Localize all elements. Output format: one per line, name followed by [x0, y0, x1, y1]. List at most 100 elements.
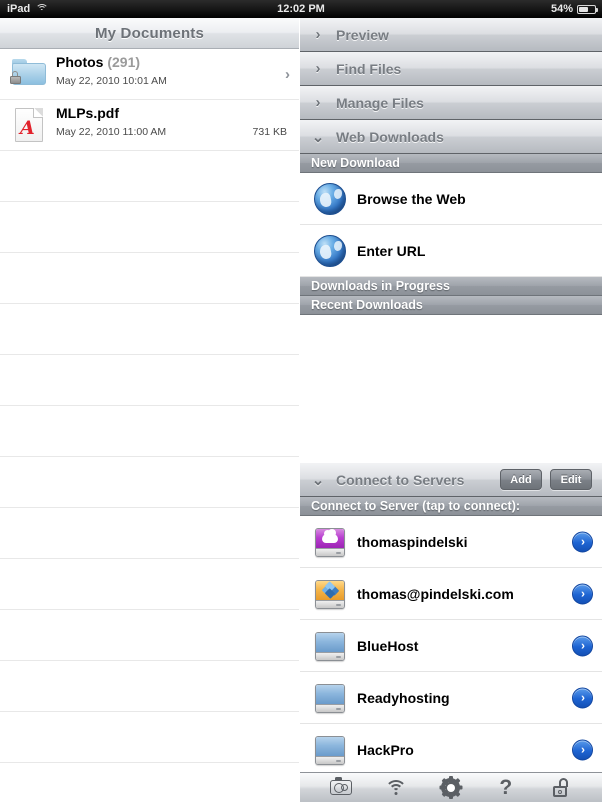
list-item-empty: [0, 355, 299, 406]
file-name: Photos (291): [56, 54, 140, 70]
file-name: MLPs.pdf: [56, 105, 119, 121]
file-count: (291): [107, 54, 141, 70]
chevron-right-icon: ›: [581, 586, 585, 601]
disclosure-button[interactable]: ›: [572, 635, 593, 656]
list-item-empty: [0, 202, 299, 253]
section-header-downloads-in-progress: Downloads in Progress: [300, 277, 602, 296]
panes-container: My Documents Photos (291) May 22, 2010 1…: [0, 18, 602, 802]
accordion-preview[interactable]: › Preview: [300, 18, 602, 52]
unlock-icon: [553, 778, 569, 797]
server-name: HackPro: [357, 741, 414, 758]
gear-icon: [439, 776, 463, 799]
chevron-right-icon: ›: [581, 638, 585, 653]
menu-item-enter-url[interactable]: Enter URL: [300, 225, 602, 277]
status-bar: iPad 12:02 PM 54%: [0, 0, 602, 18]
chevron-right-icon: ›: [581, 690, 585, 705]
list-item-empty: [0, 559, 299, 610]
folder-icon: [9, 53, 50, 95]
disclosure-button[interactable]: ›: [572, 583, 593, 604]
list-item-empty: [0, 253, 299, 304]
chevron-right-icon: ›: [581, 534, 585, 549]
accordion-web-downloads[interactable]: ⌄ Web Downloads: [300, 120, 602, 154]
file-size: 731 KB: [252, 126, 287, 138]
add-server-button[interactable]: Add: [500, 469, 542, 490]
page-title: My Documents: [94, 24, 205, 42]
drive-icon-blue: [311, 627, 349, 665]
chevron-down-icon: ⌄: [311, 128, 325, 146]
globe-icon: [311, 180, 349, 218]
drive-icon-blue: [311, 679, 349, 717]
accordion-find-files[interactable]: › Find Files: [300, 52, 602, 86]
file-name-text: Photos: [56, 54, 104, 70]
settings-button[interactable]: [434, 776, 468, 800]
disclosure-button[interactable]: ›: [572, 531, 593, 552]
server-row-hackpro[interactable]: HackPro ›: [300, 724, 602, 776]
battery-percent: 54%: [550, 3, 573, 15]
section-header-recent-downloads: Recent Downloads: [300, 296, 602, 315]
status-bar-right: 54%: [550, 3, 598, 15]
list-item-empty: [0, 151, 299, 202]
file-list: Photos (291) May 22, 2010 10:01 AM › A M: [0, 49, 299, 802]
menu-item-label: Browse the Web: [357, 190, 466, 207]
tools-pane: › Preview › Find Files › Manage Files ⌄ …: [300, 18, 602, 802]
list-item-empty: [0, 457, 299, 508]
file-date: May 22, 2010 11:00 AM: [56, 126, 167, 138]
pdf-icon: A: [10, 104, 50, 146]
documents-pane: My Documents Photos (291) May 22, 2010 1…: [0, 18, 299, 802]
menu-item-browse-the-web[interactable]: Browse the Web: [300, 173, 602, 225]
accordion-web-downloads-label: Web Downloads: [336, 128, 444, 145]
file-name-text: MLPs.pdf: [56, 105, 119, 121]
edit-servers-button[interactable]: Edit: [550, 469, 592, 490]
drive-icon-orange: [311, 575, 349, 613]
camera-icon: [330, 776, 353, 795]
accordion-connect-to-servers[interactable]: ⌄ Connect to Servers Add Edit: [300, 463, 602, 497]
camera-button[interactable]: [324, 776, 358, 800]
file-row-photos[interactable]: Photos (291) May 22, 2010 10:01 AM ›: [0, 49, 299, 100]
chevron-right-icon: ›: [315, 60, 321, 77]
chevron-right-icon: ›: [315, 26, 321, 43]
list-item-empty: [0, 763, 299, 802]
file-text: Photos (291) May 22, 2010 10:01 AM: [56, 53, 299, 95]
accordion-manage-files[interactable]: › Manage Files: [300, 86, 602, 120]
server-row-readyhosting[interactable]: Readyhosting ›: [300, 672, 602, 724]
server-row-bluehost[interactable]: BlueHost ›: [300, 620, 602, 672]
accordion-find-files-label: Find Files: [336, 60, 402, 77]
disclosure-button[interactable]: ›: [572, 687, 593, 708]
server-actions: Add Edit: [500, 469, 602, 490]
help-icon: ?: [499, 776, 513, 799]
file-date: May 22, 2010 10:01 AM: [56, 75, 167, 87]
chevron-down-icon: ⌄: [311, 471, 325, 489]
chevron-right-icon[interactable]: ›: [285, 66, 290, 83]
bottom-toolbar: ?: [300, 772, 602, 802]
battery-icon: [577, 4, 598, 14]
server-name: thomas@pindelski.com: [357, 585, 514, 602]
disclosure-button[interactable]: ›: [572, 739, 593, 760]
accordion-preview-label: Preview: [336, 26, 389, 43]
list-item-empty: [0, 712, 299, 763]
chevron-right-icon: ›: [315, 94, 321, 111]
list-item-empty: [0, 508, 299, 559]
wifi-button[interactable]: [379, 776, 413, 800]
lock-button[interactable]: [544, 776, 578, 800]
list-item-empty: [0, 610, 299, 661]
ipad-file-manager-screen: iPad 12:02 PM 54% My Documents Photos (2…: [0, 0, 602, 802]
drive-icon-blue: [311, 731, 349, 769]
wifi-icon: [385, 780, 408, 795]
list-item-empty: [0, 304, 299, 355]
section-header-new-download: New Download: [300, 154, 602, 173]
globe-icon: [311, 232, 349, 270]
file-row-mlps-pdf[interactable]: A MLPs.pdf May 22, 2010 11:00 AM 731 KB: [0, 100, 299, 151]
chevron-right-icon: ›: [581, 742, 585, 757]
help-button[interactable]: ?: [489, 776, 523, 800]
status-bar-clock: 12:02 PM: [277, 3, 325, 15]
documents-header: My Documents: [0, 18, 299, 49]
drive-icon-purple: [311, 523, 349, 561]
list-item-empty: [0, 661, 299, 712]
server-name: thomaspindelski: [357, 533, 468, 550]
file-text: MLPs.pdf May 22, 2010 11:00 AM 731 KB: [56, 104, 299, 146]
section-header-connect-to-server: Connect to Server (tap to connect):: [300, 497, 602, 516]
server-row-thomas-pindelski-com[interactable]: thomas@pindelski.com ›: [300, 568, 602, 620]
server-row-thomaspindelski[interactable]: thomaspindelski ›: [300, 516, 602, 568]
server-name: BlueHost: [357, 637, 419, 654]
menu-item-label: Enter URL: [357, 242, 426, 259]
